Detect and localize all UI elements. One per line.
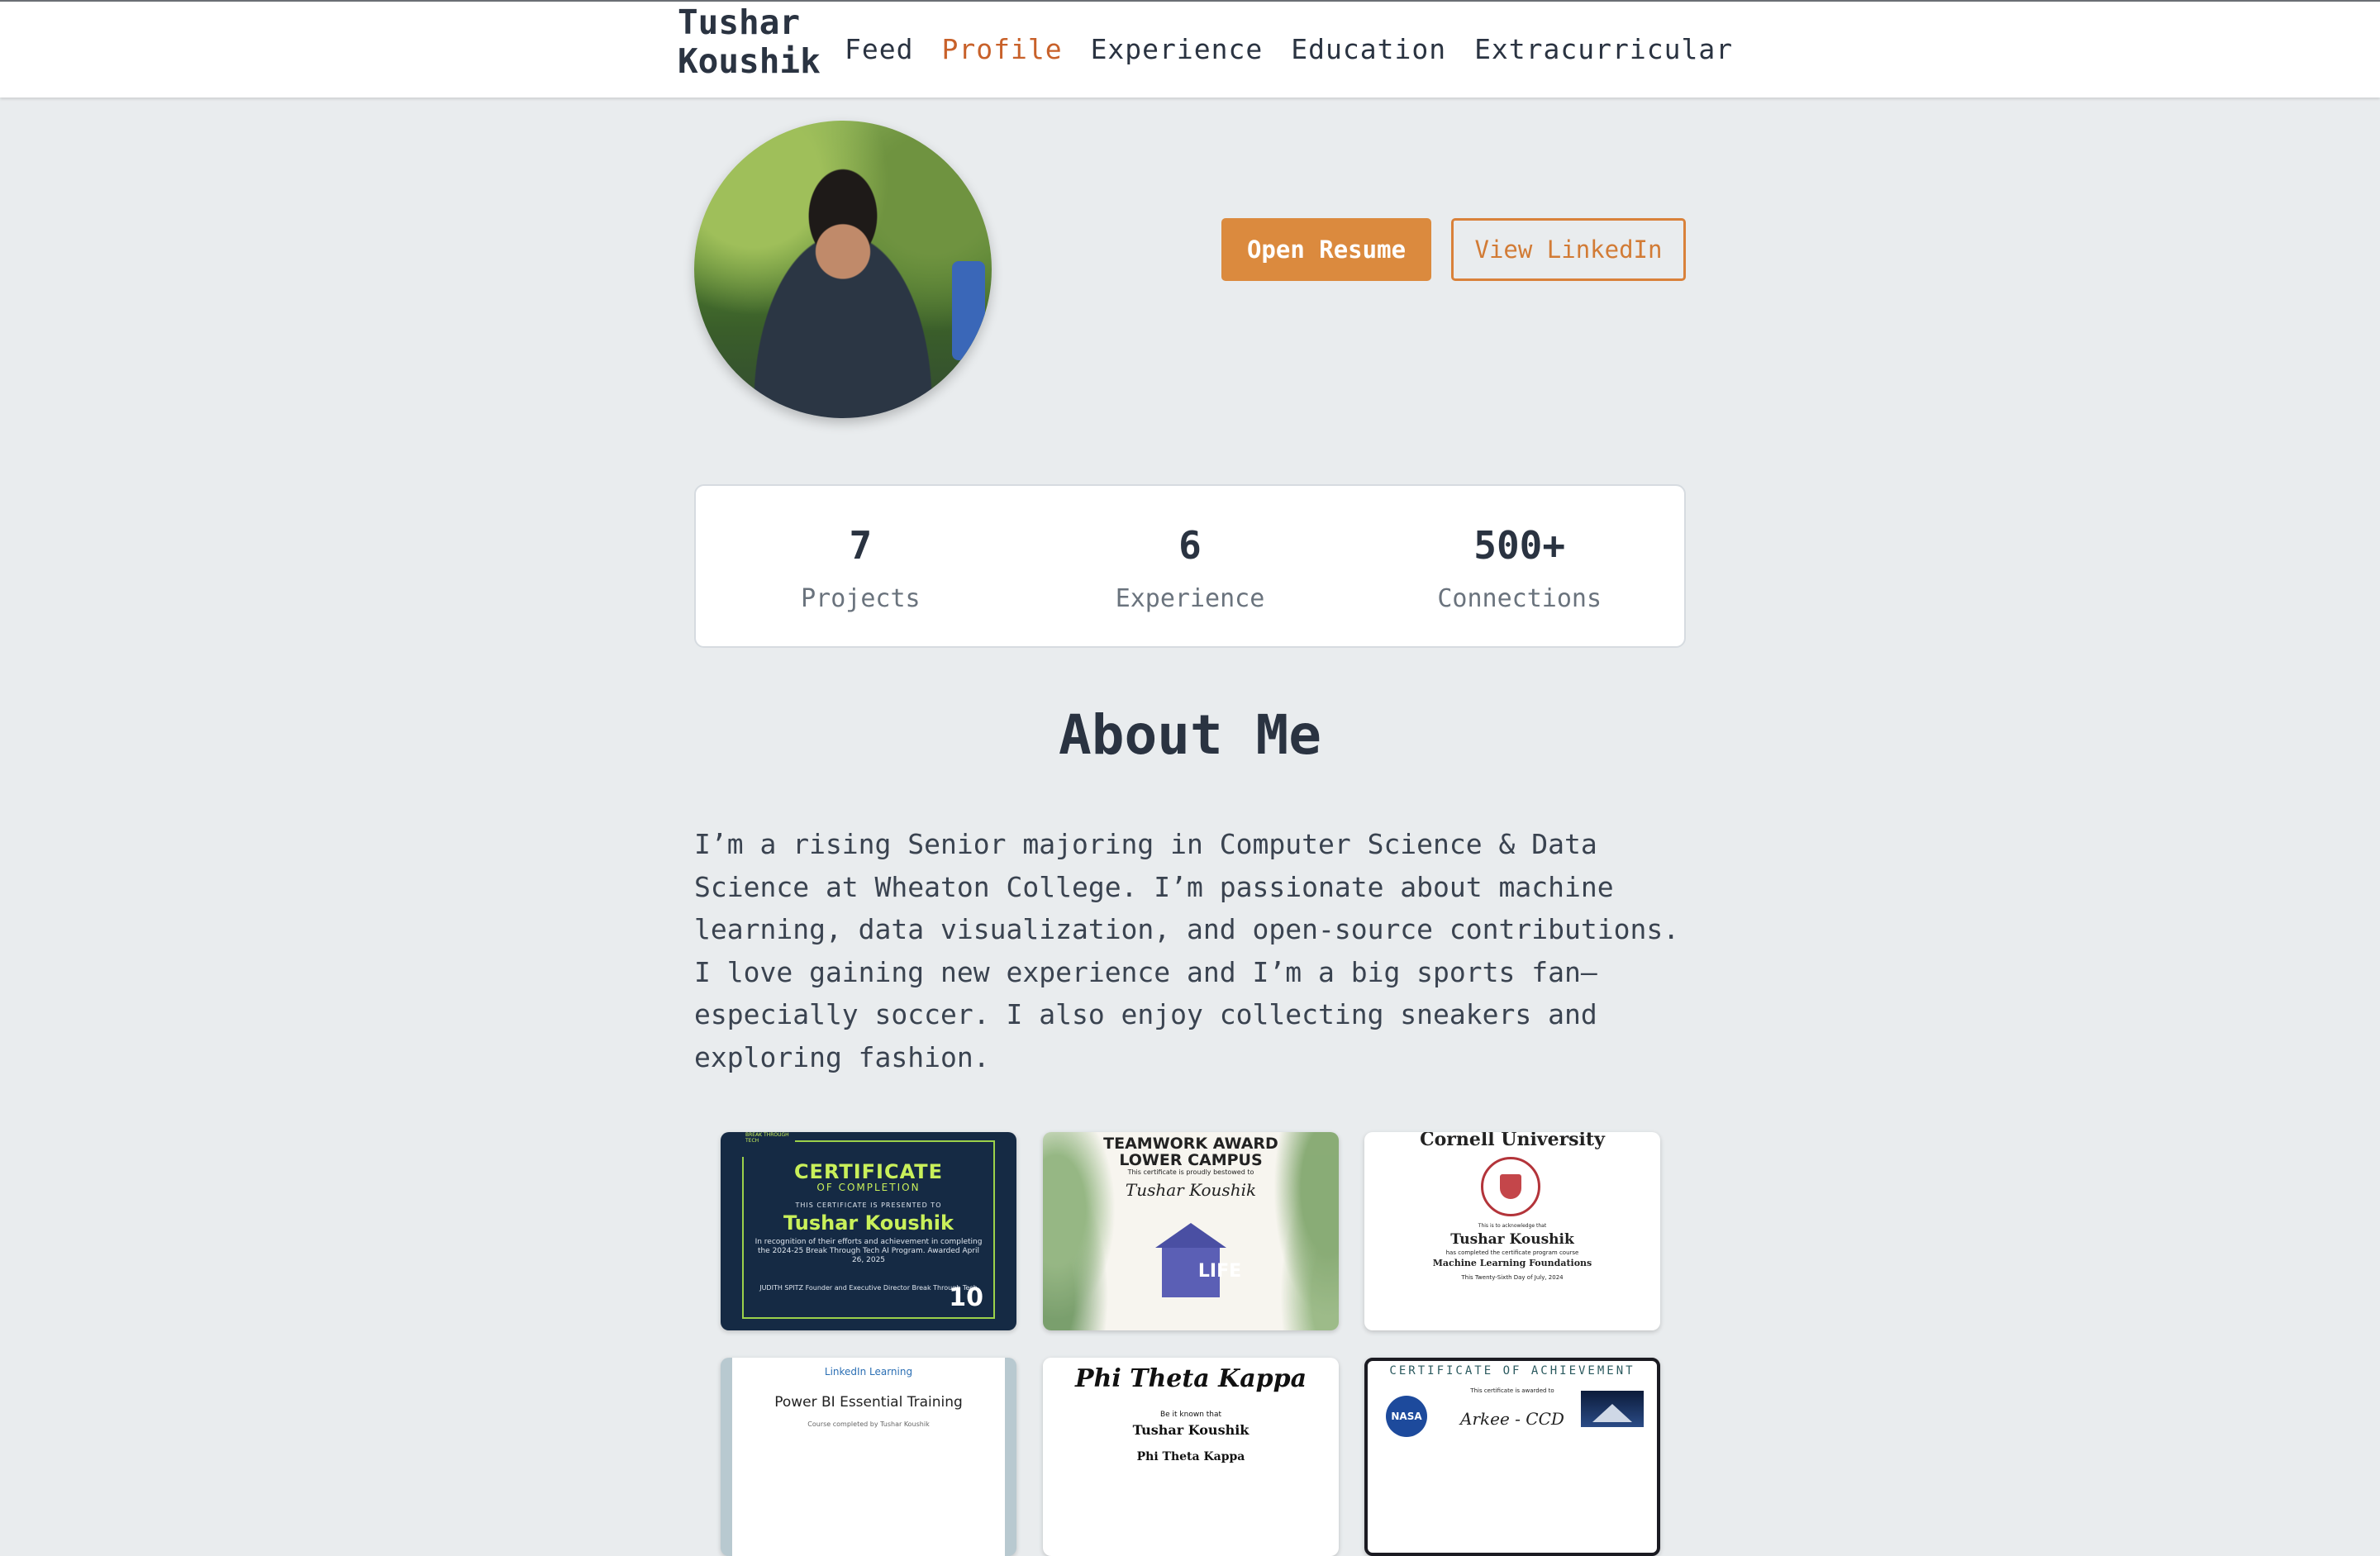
certificate-title: Cornell University [1420, 1132, 1605, 1150]
nav-experience[interactable]: Experience [1091, 31, 1264, 68]
certificate-note: Course completed by Tushar Koushik [807, 1420, 930, 1428]
certificate-note: This is to acknowledge that [1478, 1223, 1547, 1229]
nav-profile[interactable]: Profile [941, 31, 1062, 68]
certificate-course: Power BI Essential Training [774, 1394, 963, 1411]
certificate-corner-logo: BREAK THROUGH TECH [742, 1132, 795, 1157]
stat-connections: 500+ Connections [1354, 486, 1684, 646]
stat-value: 500+ [1473, 523, 1566, 568]
logo-text: LIFE [1197, 1261, 1242, 1282]
house-logo-icon: LIFE [1155, 1223, 1241, 1297]
certificate-recipient: Arkee - CCD [1460, 1409, 1564, 1429]
certificate-date: This Twenty-Sixth Day of July, 2024 [1461, 1274, 1564, 1281]
stat-label: Connections [1437, 584, 1602, 613]
certificate-header: LinkedIn Learning [824, 1366, 913, 1378]
certificate-title: CERTIFICATE OF ACHIEVEMENT [1389, 1364, 1635, 1378]
certificate-completed: has completed the certificate program co… [1445, 1249, 1579, 1256]
nasa-logo-icon: NASA [1386, 1396, 1427, 1437]
site-brand[interactable]: Tushar Koushik [678, 3, 826, 81]
certificate-note: Be it known that [1159, 1411, 1222, 1419]
stats-card: 7 Projects 6 Experience 500+ Connections [694, 484, 1686, 648]
certificate-recipient: Tushar Koushik [1132, 1422, 1250, 1438]
open-resume-button[interactable]: Open Resume [1221, 218, 1431, 281]
avatar-background-chair [952, 261, 985, 360]
certificate-course: Machine Learning Foundations [1432, 1258, 1592, 1268]
brand-first-name: Tushar [678, 2, 801, 42]
certificate-note: This certificate is proudly bestowed to [1127, 1168, 1254, 1176]
certificate-cornell[interactable]: Cornell University This is to acknowledg… [1364, 1132, 1660, 1330]
mountain-image-icon [1581, 1391, 1644, 1427]
nav-education[interactable]: Education [1291, 31, 1446, 68]
certificate-teamwork-award[interactable]: TEAMWORK AWARD LOWER CAMPUS This certifi… [1043, 1132, 1339, 1330]
about-text: I’m a rising Senior majoring in Computer… [694, 828, 1680, 1073]
stat-experience: 6 Experience [1026, 486, 1355, 646]
view-linkedin-button[interactable]: View LinkedIn [1451, 218, 1686, 281]
stat-label: Experience [1115, 584, 1265, 613]
certificate-title: CERTIFICATE [793, 1160, 944, 1183]
stat-projects: 7 Projects [696, 486, 1026, 646]
certificate-nasa-achievement[interactable]: CERTIFICATE OF ACHIEVEMENT This certific… [1364, 1358, 1660, 1556]
about-heading: About Me [1059, 703, 1321, 767]
certificate-body: In recognition of their efforts and achi… [754, 1238, 983, 1264]
certificate-subtitle: OF COMPLETION [816, 1182, 921, 1193]
nav-extracurricular[interactable]: Extracurricular [1474, 31, 1733, 68]
certificate-society: Phi Theta Kappa [1136, 1450, 1245, 1463]
main-nav: Feed Profile Experience Education Extrac… [845, 31, 1733, 68]
certificate-break-through-tech[interactable]: BREAK THROUGH TECH CERTIFICATE OF COMPLE… [721, 1132, 1016, 1330]
nav-feed[interactable]: Feed [845, 31, 913, 68]
stat-value: 7 [849, 523, 873, 568]
stat-label: Projects [801, 584, 921, 613]
stat-value: 6 [1178, 523, 1202, 568]
certificate-title: Phi Theta Kappa [1074, 1364, 1307, 1393]
certificate-title-line1: TEAMWORK AWARD [1103, 1135, 1278, 1153]
certificate-recipient: Tushar Koushik [783, 1211, 954, 1235]
certificate-recipient: Tushar Koushik [1125, 1180, 1257, 1200]
certificate-title: TEAMWORK AWARD LOWER CAMPUS [1043, 1135, 1339, 1168]
certificate-phi-theta-kappa[interactable]: Phi Theta Kappa Be it known that Tushar … [1043, 1358, 1339, 1556]
profile-avatar [694, 121, 992, 418]
brand-last-name: Koushik [678, 41, 821, 81]
top-navbar: Tushar Koushik Feed Profile Experience E… [0, 0, 2380, 98]
certificate-presented: THIS CERTIFICATE IS PRESENTED TO [795, 1201, 942, 1209]
certificate-recipient: Tushar Koushik [1450, 1231, 1574, 1248]
anniversary-badge: 10 [949, 1283, 983, 1312]
university-seal-icon [1481, 1157, 1540, 1216]
certificate-title-line2: LOWER CAMPUS [1119, 1151, 1263, 1169]
certificate-linkedin-learning[interactable]: LinkedIn Learning Power BI Essential Tra… [721, 1358, 1016, 1556]
